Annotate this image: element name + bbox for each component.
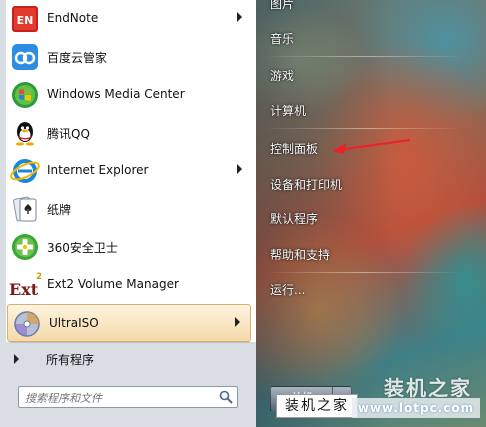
right-item-music[interactable]: 音乐 [270,31,294,47]
program-label: Ext2 Volume Manager [47,277,179,291]
right-item-computer[interactable]: 计算机 [270,103,306,119]
divider [264,56,464,57]
divider [264,272,464,273]
program-item-internet-explorer[interactable]: Internet Explorer [6,152,252,190]
start-menu-left-pane: EN EndNote 百度云管家 Windows Media Center 腾讯… [0,0,257,427]
arrow-right-icon [14,354,19,364]
program-label: UltraISO [49,316,99,330]
ext2-icon: Ext 2 [9,272,41,299]
divider [10,342,250,343]
right-item-pictures[interactable]: 图片 [270,0,294,12]
start-menu-right-pane: 图片 音乐 游戏 计算机 控制面板 设备和打印机 默认程序 帮助和支持 运行..… [256,0,486,427]
internet-explorer-icon [10,159,40,183]
search-box[interactable] [18,386,238,408]
program-item-ext2-volume-manager[interactable]: Ext 2 Ext2 Volume Manager [6,266,252,304]
search-icon[interactable] [219,390,233,404]
baidu-cloud-icon [12,44,38,70]
search-input[interactable] [23,388,213,408]
program-label: 腾讯QQ [47,127,90,141]
program-label: Windows Media Center [47,87,185,101]
endnote-icon: EN [12,6,38,32]
submenu-arrow-icon[interactable] [237,164,242,174]
watermark-stamp: 装机之家 [276,394,358,418]
submenu-arrow-icon[interactable] [237,12,242,22]
solitaire-cards-icon [13,196,37,222]
windows-media-center-icon [12,82,38,108]
right-item-default-programs[interactable]: 默认程序 [270,211,318,227]
program-item-endnote[interactable]: EN EndNote [6,0,252,38]
program-item-ultraiso[interactable]: UltraISO [7,304,251,342]
right-item-run[interactable]: 运行... [270,282,305,298]
divider [264,128,464,129]
program-item-windows-media-center[interactable]: Windows Media Center [6,76,252,114]
program-label: 360安全卫士 [47,241,118,255]
all-programs-button[interactable]: 所有程序 [10,346,246,372]
right-item-control-panel[interactable]: 控制面板 [270,141,318,157]
program-label: Internet Explorer [47,163,149,177]
program-list: EN EndNote 百度云管家 Windows Media Center 腾讯… [6,0,257,342]
watermark-url: www.lotpc.com [352,398,480,418]
svg-text:Ext: Ext [9,280,39,299]
submenu-arrow-icon[interactable] [235,317,240,327]
right-item-help-support[interactable]: 帮助和支持 [270,247,330,263]
program-label: EndNote [47,11,99,25]
right-item-devices-printers[interactable]: 设备和打印机 [270,177,342,193]
all-programs-label: 所有程序 [46,353,95,367]
svg-text:EN: EN [17,14,34,27]
program-item-solitaire[interactable]: 纸牌 [6,190,252,228]
ultraiso-disc-icon [14,311,40,337]
program-label: 纸牌 [47,203,72,217]
watermark-text: 装机之家 [384,376,472,400]
annotation-arrow-icon [332,138,411,154]
program-item-qq[interactable]: 腾讯QQ [6,114,252,152]
right-item-games[interactable]: 游戏 [270,68,294,84]
svg-text:2: 2 [36,272,41,282]
qq-penguin-icon [16,122,34,146]
program-item-360-safeguard[interactable]: 360安全卫士 [6,228,252,266]
program-item-baidu-cloud[interactable]: 百度云管家 [6,38,252,76]
360-safeguard-icon [12,234,38,260]
program-label: 百度云管家 [47,51,108,65]
